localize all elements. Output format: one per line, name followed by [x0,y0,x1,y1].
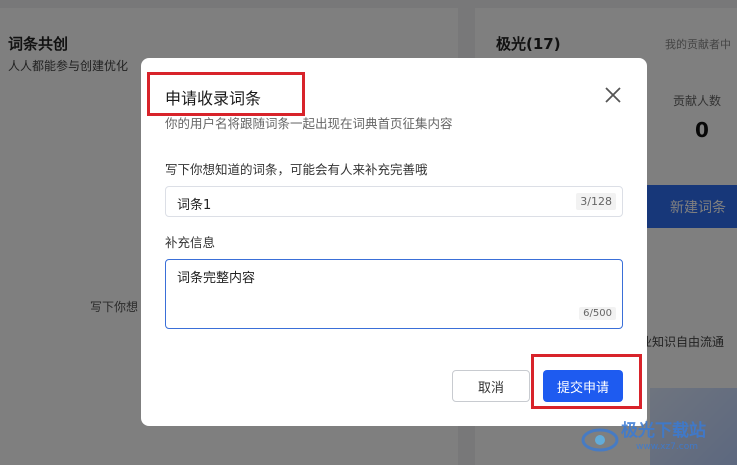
watermark-subtext: www.xz7.com [636,442,698,452]
entry-char-counter: 3/128 [576,193,616,210]
watermark-text: 极光下载站 [621,421,706,441]
entry-input[interactable]: 词条1 3/128 [165,186,623,217]
info-char-counter: 6/500 [579,307,616,320]
close-icon [605,87,621,103]
info-textarea-value: 词条完整内容 [177,271,256,286]
watermark: 极光下载站 www.xz7.com [576,410,736,465]
dialog-subtitle: 你的用户名将跟随词条一起出现在词典首页征集内容 [165,116,453,131]
info-label: 补充信息 [165,235,216,250]
cancel-button[interactable]: 取消 [452,370,530,402]
entry-input-value: 词条1 [177,198,212,213]
submit-button[interactable]: 提交申请 [543,370,623,402]
close-button[interactable] [601,83,625,107]
info-textarea[interactable]: 词条完整内容 6/500 [165,259,623,329]
dialog-title: 申请收录词条 [165,89,262,108]
apply-entry-dialog: 申请收录词条 你的用户名将跟随词条一起出现在词典首页征集内容 写下你想知道的词条… [141,58,647,426]
watermark-logo-icon [581,428,619,452]
entry-label: 写下你想知道的词条，可能会有人来补充完善哦 [165,162,428,177]
